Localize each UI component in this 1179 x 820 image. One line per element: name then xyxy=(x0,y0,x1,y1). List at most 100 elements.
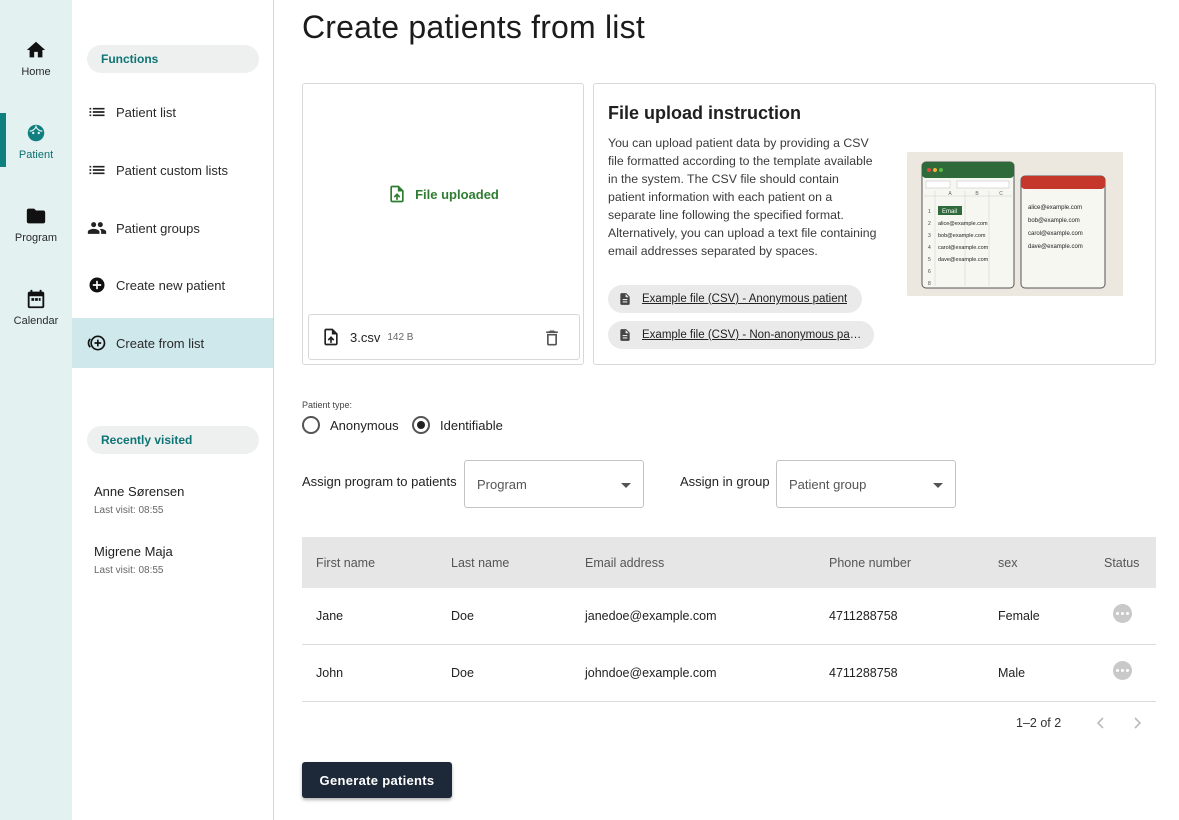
add-list-icon xyxy=(87,335,106,351)
column-header[interactable]: Last name xyxy=(451,556,509,570)
example-file-non-anonymous-link[interactable]: Example file (CSV) - Non-anonymous patie… xyxy=(608,321,874,349)
nav-item-patient-groups[interactable]: Patient groups xyxy=(72,203,273,253)
group-select[interactable]: Patient group xyxy=(776,460,956,508)
patient-type-label: Patient type: xyxy=(302,400,353,410)
page-title: Create patients from list xyxy=(302,9,645,45)
rail-label-calendar: Calendar xyxy=(13,314,59,327)
sheet-header-cell: Email xyxy=(942,209,957,215)
file-size: 142 B xyxy=(387,331,414,343)
editor-email: dave@example.com xyxy=(1028,244,1083,250)
patients-table: First name Last name Email address Phone… xyxy=(302,537,1156,702)
example-file-anonymous-link[interactable]: Example file (CSV) - Anonymous patient xyxy=(608,285,862,313)
sheet-row-number: 8 xyxy=(928,281,931,287)
upload-file-icon xyxy=(324,328,338,346)
rail-label-home: Home xyxy=(21,65,51,78)
chevron-left-icon[interactable] xyxy=(1093,714,1109,732)
column-header[interactable]: Email address xyxy=(585,556,664,570)
status-more-icon[interactable] xyxy=(1113,661,1132,680)
recent-patient-item[interactable]: Migrene Maja Last visit: 08:55 xyxy=(94,544,264,576)
sheet-row-number: 2 xyxy=(928,221,931,227)
calendar-icon xyxy=(27,289,45,308)
table-header: First name Last name Email address Phone… xyxy=(302,537,1156,588)
file-dropzone[interactable]: File uploaded 3.csv 142 B xyxy=(302,83,584,365)
recent-patient-time: Last visit: 08:55 xyxy=(94,565,164,576)
sheet-email: alice@example.com xyxy=(938,221,988,227)
instructions-text: You can upload patient data by providing… xyxy=(608,136,877,258)
example-file-label: Example file (CSV) - Non-anonymous patie… xyxy=(642,329,864,341)
generate-patients-button[interactable]: Generate patients xyxy=(302,762,452,798)
rail-item-calendar[interactable]: Calendar xyxy=(0,279,72,335)
file-name: 3.csv xyxy=(350,329,381,345)
radio-label: Anonymous xyxy=(330,417,399,433)
column-header[interactable]: Status xyxy=(1104,556,1139,570)
chevron-right-icon[interactable] xyxy=(1129,714,1145,732)
sheet-row-number: 6 xyxy=(928,269,931,275)
column-header[interactable]: First name xyxy=(316,556,375,570)
nav-item-patient-custom-lists[interactable]: Patient custom lists xyxy=(72,145,273,195)
sheet-email: carol@example.com xyxy=(938,245,989,251)
program-select[interactable]: Program xyxy=(464,460,644,508)
radio-label: Identifiable xyxy=(440,417,503,433)
add-circle-icon xyxy=(89,277,105,293)
upload-instructions-card: File upload instruction You can upload p… xyxy=(593,83,1156,365)
radio-anonymous[interactable]: Anonymous xyxy=(302,416,399,434)
upload-file-icon xyxy=(390,185,404,203)
program-select-value: Program xyxy=(477,476,527,492)
upload-status-text: File uploaded xyxy=(415,186,499,202)
rail-item-patient[interactable]: Patient xyxy=(0,113,72,169)
sheet-row-number: 4 xyxy=(928,245,931,251)
nav-label: Patient groups xyxy=(116,220,200,236)
nav-label: Patient list xyxy=(116,104,176,120)
instructions-title: File upload instruction xyxy=(608,103,801,123)
cell-last-name: Doe xyxy=(451,666,474,680)
rail-item-home[interactable]: Home xyxy=(0,30,72,86)
rail-label-program: Program xyxy=(14,231,58,244)
sheet-email: dave@example.com xyxy=(938,257,989,263)
list-icon xyxy=(89,107,105,117)
nav-label: Create from list xyxy=(116,335,205,351)
nav-label: Patient custom lists xyxy=(116,162,228,178)
face-icon xyxy=(27,124,45,141)
assign-program-label: Assign program to patients xyxy=(302,474,457,489)
nav-item-create-new-patient[interactable]: Create new patient xyxy=(72,260,273,310)
cell-last-name: Doe xyxy=(451,609,474,623)
upload-status: File uploaded xyxy=(303,184,583,204)
pagination-range: 1–2 of 2 xyxy=(1016,716,1062,730)
editor-email: bob@example.com xyxy=(1028,218,1080,224)
recent-patient-name: Migrene Maja xyxy=(94,544,173,559)
folder-icon xyxy=(26,208,46,223)
recently-visited-header: Recently visited xyxy=(87,426,259,454)
group-select-value: Patient group xyxy=(789,476,867,492)
uploaded-file-row: 3.csv 142 B xyxy=(308,314,580,360)
assign-group-label: Assign in group xyxy=(680,474,770,489)
table-row[interactable]: John Doe johndoe@example.com 4711288758 … xyxy=(302,645,1156,702)
table-row[interactable]: Jane Doe janedoe@example.com 4711288758 … xyxy=(302,588,1156,645)
cell-sex: Female xyxy=(998,609,1040,623)
cell-email: johndoe@example.com xyxy=(585,666,717,680)
radio-identifiable[interactable]: Identifiable xyxy=(412,416,503,434)
status-more-icon[interactable] xyxy=(1113,604,1132,623)
radio-circle xyxy=(302,416,320,434)
editor-email: alice@example.com xyxy=(1028,205,1082,211)
recent-patient-item[interactable]: Anne Sørensen Last visit: 08:55 xyxy=(94,484,264,516)
column-header[interactable]: sex xyxy=(998,556,1017,570)
delete-icon[interactable] xyxy=(542,328,562,348)
sheet-col-label: C xyxy=(999,191,1003,197)
cell-email: janedoe@example.com xyxy=(585,609,717,623)
cell-first-name: John xyxy=(316,666,344,680)
cell-phone: 4711288758 xyxy=(829,666,898,680)
secondary-nav: Functions Patient list Patient custom li… xyxy=(72,0,274,820)
sheet-email: bob@example.com xyxy=(938,233,986,239)
main-content: Create patients from list File uploaded … xyxy=(302,0,1156,820)
nav-item-patient-list[interactable]: Patient list xyxy=(72,87,273,137)
nav-label: Create new patient xyxy=(116,277,226,293)
rail-item-program[interactable]: Program xyxy=(0,196,72,252)
cell-phone: 4711288758 xyxy=(829,609,898,623)
people-icon xyxy=(87,222,107,234)
sheet-row-number: 5 xyxy=(928,257,931,263)
cell-first-name: Jane xyxy=(316,609,344,623)
column-header[interactable]: Phone number xyxy=(829,556,911,570)
sheet-row-number: 1 xyxy=(928,209,931,215)
rail-label-patient: Patient xyxy=(18,148,54,161)
nav-item-create-from-list[interactable]: Create from list xyxy=(72,318,273,368)
